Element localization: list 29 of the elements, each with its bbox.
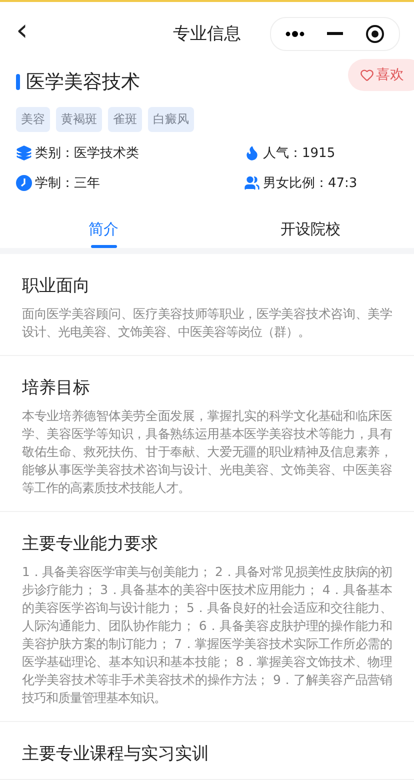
layers-icon	[16, 145, 32, 162]
clock-icon	[16, 175, 32, 192]
section-title: 主要专业能力要求	[22, 533, 159, 555]
section-title: 主要专业课程与实习实训	[22, 743, 210, 765]
section-text: 面向医学美容顾问、医疗美容技师等职业，医学美容技术咨询、美学设计、光电美容、文饰美容、中医美容等岗位（群）。	[22, 305, 392, 341]
people-icon	[244, 175, 260, 192]
info-text: 类别：医学技术类	[35, 145, 139, 162]
section-text: 本专业培养德智体美劳全面发展，掌握扎实的科学文化基础和临床医学、美容医学等知识，具备熟练运用基本医学美容技术等能力，具有敬佑生命、救死扶伤、甘于奉献、大爱无疆的职业精神及信息素养，能够从事医学美容技术咨询与设计、光电美容、文饰美容、中医美容等工作的高素质技术技能人才。	[22, 407, 392, 497]
target-icon	[365, 24, 385, 44]
section-text: 1．具备美容医学审美与创美能力； 2．具备对常见损美性皮肤病的初步诊疗能力； 3．具备基本的美容中医技术应用能力； 4．具备基本的美容医学咨询与设计能力； 5．具备良好的社会适应和交往能力、人际沟通能力、团队协作能力； 6．具备美容皮肤护理的操作能力和美容护肤方案的制订能力； 7．掌握医学美容技术实际工作所必需的医学基础理论、基本知识和基本技能； 8．掌握美容文饰技术、物理化学美容技术等非手术美容技术的操作方法； 9．了解美容产品营销技巧和质量管理基本知识。	[22, 563, 392, 707]
flame-icon	[244, 145, 260, 162]
accent-bar	[16, 74, 20, 90]
info-text: 学制：三年	[35, 175, 100, 192]
info-text: 男女比例：47:3	[263, 175, 358, 192]
heart-icon	[360, 68, 374, 82]
back-button[interactable]: ‹	[16, 16, 46, 46]
section-title: 职业面向	[22, 275, 91, 297]
tag: 黄褐斑	[56, 107, 102, 132]
tag: 美容	[16, 107, 50, 132]
dots-icon	[285, 30, 305, 37]
section-title: 培养目标	[22, 377, 91, 399]
minus-icon	[327, 32, 343, 36]
tab[interactable]: 开设院校	[207, 210, 414, 248]
info-text: 人气：1915	[263, 145, 336, 162]
tag: 雀斑	[108, 107, 142, 132]
tab[interactable]: 简介	[0, 210, 207, 248]
page-title: 专业信息	[173, 23, 241, 46]
tag: 白癜风	[148, 107, 194, 132]
major-name: 医学美容技术	[26, 70, 140, 96]
